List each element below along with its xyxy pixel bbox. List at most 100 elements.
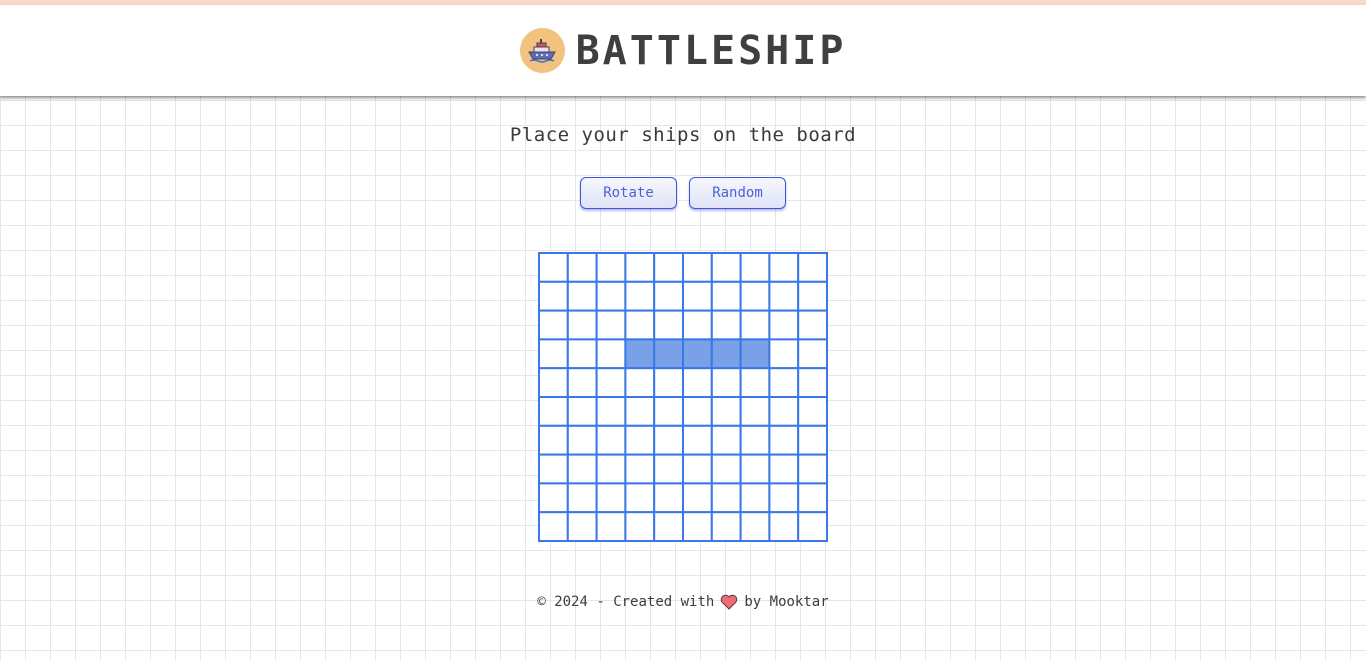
board-cell[interactable]	[566, 511, 598, 542]
board-cell[interactable]	[538, 482, 569, 514]
board-cell[interactable]	[768, 424, 800, 456]
board-cell[interactable]	[595, 309, 627, 341]
board-cell[interactable]	[653, 424, 684, 456]
board-cell[interactable]	[653, 309, 684, 341]
board-cell[interactable]	[797, 511, 828, 542]
board-cell[interactable]	[682, 453, 713, 485]
board-cell[interactable]	[768, 396, 800, 427]
board-cell[interactable]	[538, 396, 569, 427]
board-cell[interactable]	[538, 280, 569, 312]
board-cell[interactable]	[653, 482, 684, 514]
board-cell[interactable]	[739, 396, 771, 427]
board-cell[interactable]	[566, 338, 598, 370]
ship-cell[interactable]	[710, 338, 742, 370]
board-cell[interactable]	[653, 367, 684, 398]
board-cell[interactable]	[768, 252, 800, 283]
board-cell[interactable]	[797, 367, 828, 398]
board-cell[interactable]	[538, 453, 569, 485]
board-cell[interactable]	[797, 396, 828, 427]
board-cell[interactable]	[595, 396, 627, 427]
board-cell[interactable]	[566, 367, 598, 398]
board-cell[interactable]	[739, 280, 771, 312]
board-cell[interactable]	[566, 482, 598, 514]
board-cell[interactable]	[538, 511, 569, 542]
board-cell[interactable]	[797, 338, 828, 370]
board-cell[interactable]	[710, 424, 742, 456]
board-cell[interactable]	[653, 252, 684, 283]
board-cell[interactable]	[710, 482, 742, 514]
random-button[interactable]: Random	[689, 177, 786, 209]
board-cell[interactable]	[797, 280, 828, 312]
board-cell[interactable]	[768, 511, 800, 542]
ship-cell[interactable]	[682, 338, 713, 370]
board-cell[interactable]	[739, 511, 771, 542]
board-cell[interactable]	[797, 482, 828, 514]
board-cell[interactable]	[538, 424, 569, 456]
board-cell[interactable]	[682, 280, 713, 312]
ship-cell[interactable]	[739, 338, 771, 370]
board-cell[interactable]	[739, 309, 771, 341]
board-grid[interactable]	[538, 252, 828, 542]
board-cell[interactable]	[797, 309, 828, 341]
board-cell[interactable]	[595, 453, 627, 485]
ship-cell[interactable]	[624, 338, 656, 370]
board-cell[interactable]	[768, 280, 800, 312]
board-cell[interactable]	[538, 338, 569, 370]
board-cell[interactable]	[768, 453, 800, 485]
board-cell[interactable]	[653, 511, 684, 542]
board-cell[interactable]	[768, 367, 800, 398]
board-cell[interactable]	[710, 511, 742, 542]
board-cell[interactable]	[682, 367, 713, 398]
board-cell[interactable]	[624, 482, 656, 514]
board-cell[interactable]	[653, 453, 684, 485]
board-cell[interactable]	[566, 252, 598, 283]
board-cell[interactable]	[624, 453, 656, 485]
board-cell[interactable]	[739, 453, 771, 485]
board-cell[interactable]	[682, 424, 713, 456]
board-cell[interactable]	[768, 338, 800, 370]
ship-cell[interactable]	[653, 338, 684, 370]
board-cell[interactable]	[768, 482, 800, 514]
board-cell[interactable]	[566, 396, 598, 427]
board-cell[interactable]	[710, 367, 742, 398]
board-cell[interactable]	[595, 338, 627, 370]
rotate-button[interactable]: Rotate	[580, 177, 677, 209]
board-cell[interactable]	[797, 424, 828, 456]
game-board[interactable]	[538, 252, 828, 542]
board-cell[interactable]	[653, 280, 684, 312]
board-cell[interactable]	[682, 252, 713, 283]
board-cell[interactable]	[624, 367, 656, 398]
board-cell[interactable]	[682, 511, 713, 542]
board-cell[interactable]	[595, 367, 627, 398]
board-cell[interactable]	[710, 309, 742, 341]
board-cell[interactable]	[739, 424, 771, 456]
board-cell[interactable]	[710, 453, 742, 485]
board-cell[interactable]	[595, 252, 627, 283]
board-cell[interactable]	[595, 511, 627, 542]
board-cell[interactable]	[624, 280, 656, 312]
board-cell[interactable]	[624, 511, 656, 542]
board-cell[interactable]	[566, 309, 598, 341]
board-cell[interactable]	[682, 396, 713, 427]
board-cell[interactable]	[566, 280, 598, 312]
board-cell[interactable]	[595, 424, 627, 456]
board-cell[interactable]	[797, 252, 828, 283]
board-cell[interactable]	[595, 280, 627, 312]
board-cell[interactable]	[595, 482, 627, 514]
board-cell[interactable]	[566, 424, 598, 456]
board-cell[interactable]	[624, 252, 656, 283]
board-cell[interactable]	[739, 482, 771, 514]
board-cell[interactable]	[739, 252, 771, 283]
board-cell[interactable]	[682, 482, 713, 514]
board-cell[interactable]	[624, 396, 656, 427]
board-cell[interactable]	[538, 252, 569, 283]
board-cell[interactable]	[710, 252, 742, 283]
board-cell[interactable]	[739, 367, 771, 398]
board-cell[interactable]	[566, 453, 598, 485]
board-cell[interactable]	[710, 396, 742, 427]
board-cell[interactable]	[624, 309, 656, 341]
board-cell[interactable]	[538, 367, 569, 398]
board-cell[interactable]	[682, 309, 713, 341]
board-cell[interactable]	[710, 280, 742, 312]
board-cell[interactable]	[797, 453, 828, 485]
